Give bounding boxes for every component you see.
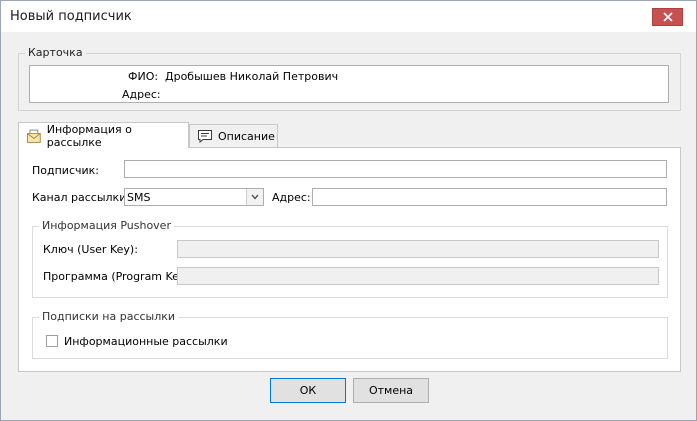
close-button[interactable]: [652, 8, 683, 26]
channel-dropdown-button[interactable]: [246, 189, 263, 205]
subscriber-label: Подписчик:: [32, 164, 99, 177]
tab-description-label: Описание: [218, 129, 275, 143]
dialog-window: Новый подписчик Карточка ФИО: Дробышев Н…: [0, 0, 697, 421]
newsletter-label: Информационные рассылки: [64, 335, 228, 348]
cancel-button[interactable]: Отмена: [353, 378, 429, 403]
address-input[interactable]: [312, 188, 667, 206]
subscriber-input[interactable]: [124, 160, 667, 178]
fio-label: ФИО:: [128, 70, 159, 83]
title-bar[interactable]: Новый подписчик: [1, 1, 696, 32]
channel-label: Канал рассылки:: [32, 191, 131, 204]
card-address-label: Адрес:: [122, 88, 161, 101]
newsletter-checkbox[interactable]: [46, 335, 58, 347]
program-key-input[interactable]: [177, 267, 659, 285]
tab-panel-mailing-info: Подписчик: Канал рассылки: SMS Адрес: Ин…: [18, 147, 681, 372]
fio-value: Дробышев Николай Петрович: [165, 70, 339, 83]
tab-mailing-info-label: Информация о рассылке: [46, 122, 132, 149]
pushover-legend: Информация Pushover: [39, 219, 174, 233]
program-key-label: Программа (Program Key):: [43, 270, 194, 283]
window-title: Новый подписчик: [10, 9, 132, 24]
chevron-down-icon: [251, 194, 259, 200]
tab-description[interactable]: Описание: [189, 124, 278, 147]
mail-icon: [26, 129, 41, 143]
ok-button[interactable]: ОК: [270, 378, 346, 403]
cancel-button-label: Отмена: [368, 384, 414, 397]
user-key-label: Ключ (User Key):: [43, 243, 138, 256]
address-label: Адрес:: [272, 191, 311, 204]
comment-icon: [198, 130, 212, 144]
close-icon: [662, 12, 673, 22]
subscriptions-legend: Подписки на рассылки: [39, 310, 179, 324]
subscriptions-group: Подписки на рассылки Информационные расс…: [32, 310, 668, 359]
channel-select[interactable]: SMS: [124, 188, 264, 206]
card-legend: Карточка: [25, 46, 86, 60]
channel-select-value: SMS: [127, 191, 151, 204]
pushover-group: Информация Pushover Ключ (User Key): Про…: [32, 219, 668, 298]
user-key-input[interactable]: [177, 240, 659, 258]
ok-button-label: ОК: [299, 384, 317, 397]
card-panel: ФИО: Дробышев Николай Петрович Адрес:: [29, 65, 669, 103]
tab-mailing-info[interactable]: Информация о рассылке: [18, 122, 189, 149]
